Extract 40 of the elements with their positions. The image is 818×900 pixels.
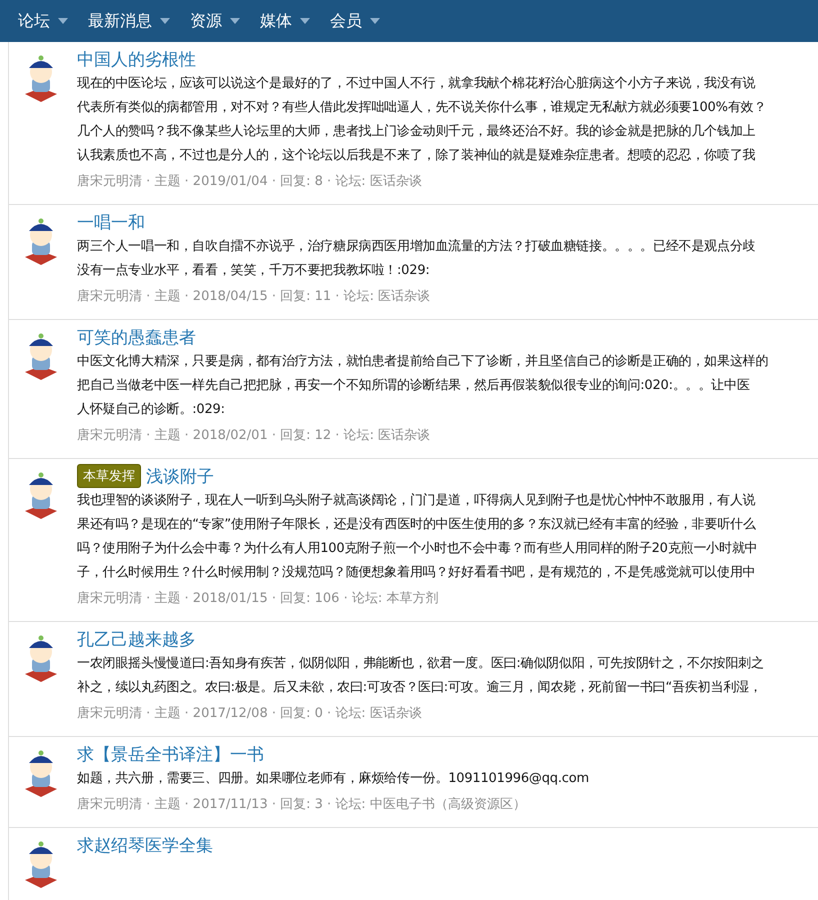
caret-icon <box>58 18 68 24</box>
thread-meta: 唐宋元明清 · 主题 · 2018/01/15 · 回复: 106 · 论坛: 本草方剂 <box>77 590 440 608</box>
snippet-line: 如题，共六册，需要三、四册。如果哪位老师有，麻烦给传一份。1091101996@qq.com <box>77 770 589 788</box>
thread-meta: 唐宋元明清 · 主题 · 2019/01/04 · 回复: 8 · 论坛: 医话杂谈 <box>77 173 423 191</box>
thread-title[interactable]: 一唱一和 <box>77 210 145 234</box>
snippet-line: 吗？使用附子为什么会中毒？为什么有人用100克附子煎一个小时也不会中毒？而有些人用同样的附子20克煎一小时就中 <box>77 540 758 558</box>
thread-title[interactable]: 孔乙己越来越多 <box>77 628 196 650</box>
snippet-line: 认我素质也不高，不过也是分人的，这个论坛以后我是不来了，除了装神仙的就是疑难杂症患者。想喷的忍忍，你喷了我 <box>77 147 756 165</box>
thread-title[interactable]: 可笑的愚蠢患者 <box>77 326 196 348</box>
nav-menu-item[interactable]: 论坛 <box>8 10 78 32</box>
snippet-line: 代表所有类似的病都管用，对不对？有些人借此发挥咄咄逼人，先不说关你什么事，谁规定无私献方就必须要100%有效？ <box>77 99 766 117</box>
nav-menu-item[interactable]: 媒体 <box>250 10 320 32</box>
snippet-line: 果还有吗？是现在的“专家”使用附子年限长，还是没有西医时的中医生使用的多？东汉就已经有丰富的经验，非要听什么 <box>77 516 757 534</box>
caret-icon <box>370 18 380 24</box>
thread-title[interactable]: 浅谈附子 <box>146 464 214 488</box>
thread-meta: 唐宋元明清 · 主题 · 2018/04/15 · 回复: 11 · 论坛: 医话杂谈 <box>77 288 432 306</box>
nav-menu-item[interactable]: 资源 <box>180 10 250 32</box>
caret-icon <box>160 18 170 24</box>
caret-icon <box>230 18 240 24</box>
snippet-line: 一农闭眼摇头慢慢道曰:吾知身有疾苦，似阴似阳，弗能断也，欲君一度。医曰:确似阴似阳，可先按阴针之，不尔按阳刺之 <box>77 655 764 673</box>
nav-menu-item[interactable]: 会员 <box>320 10 390 32</box>
thread-meta: 唐宋元明清 · 主题 · 2018/02/01 · 回复: 12 · 论坛: 医话杂谈 <box>77 427 432 445</box>
snippet-line: 没有一点专业水平，看看，笑笑，千万不要把我教坏啦！:029: <box>77 262 431 280</box>
snippet-line: 人怀疑自己的诊断。:029: <box>77 401 226 419</box>
thread-title[interactable]: 中国人的劣根性 <box>77 48 196 70</box>
thread-meta: 唐宋元明清 · 主题 · 2017/12/08 · 回复: 0 · 论坛: 医话杂谈 <box>77 705 423 723</box>
snippet-line: 几个人的赞吗？我不像某些人论坛里的大师，患者找上门诊金动则千元，最终还治不好。我的诊金就是把脉的几个钱加上 <box>77 123 756 141</box>
caret-icon <box>300 18 310 24</box>
snippet-line: 现在的中医论坛，应该可以说这个是最好的了，不过中国人不行，就拿我献个棉花籽治心脏病这个小方子来说，我没有说 <box>77 75 756 93</box>
thread-title[interactable]: 求【景岳全书译注】一书 <box>77 742 264 766</box>
thread-title[interactable]: 求赵绍琴医学全集 <box>77 834 213 856</box>
nav-menu-item[interactable]: 最新消息 <box>78 10 180 32</box>
snippet-line: 两三个人一唱一和，自吹自擂不亦说乎，治疗糖尿病西医用增加血流量的方法？打破血糖链接。。。。已经不是观点分歧 <box>77 238 756 256</box>
snippet-line: 我也理智的谈谈附子，现在人一听到乌头附子就高谈阔论，门门是道，吓得病人见到附子也是忧心忡忡不敢服用，有人说 <box>77 492 756 510</box>
snippet-line: 子，什么时候用生？什么时候用制？没规范吗？随便想象着用吗？好好看看书吧，是有规范的，不是凭感觉就可以使用中 <box>77 564 756 582</box>
snippet-line: 中医文化博大精深，只要是病，都有治疗方法，就怕患者提前给自己下了诊断，并且坚信自己的诊断是正确的，如果这样的 <box>77 353 768 371</box>
prefix-tag[interactable]: 本草发挥 <box>77 464 141 488</box>
thread-meta: 唐宋元明清 · 主题 · 2017/11/13 · 回复: 3 · 论坛: 中医电子书（高级资源区） <box>77 796 527 814</box>
snippet-line: 补之，续以丸药图之。农曰:极是。后又未欲，农曰:可攻否？医曰:可攻。逾三月，闻农毙，死前留一书曰“吾疾初当利湿， <box>77 679 763 697</box>
snippet-line: 把自己当做老中医一样先自己把把脉，再安一个不知所谓的诊断结果，然后再假装貌似很专业的询问:020:。。。让中医 <box>77 377 751 395</box>
